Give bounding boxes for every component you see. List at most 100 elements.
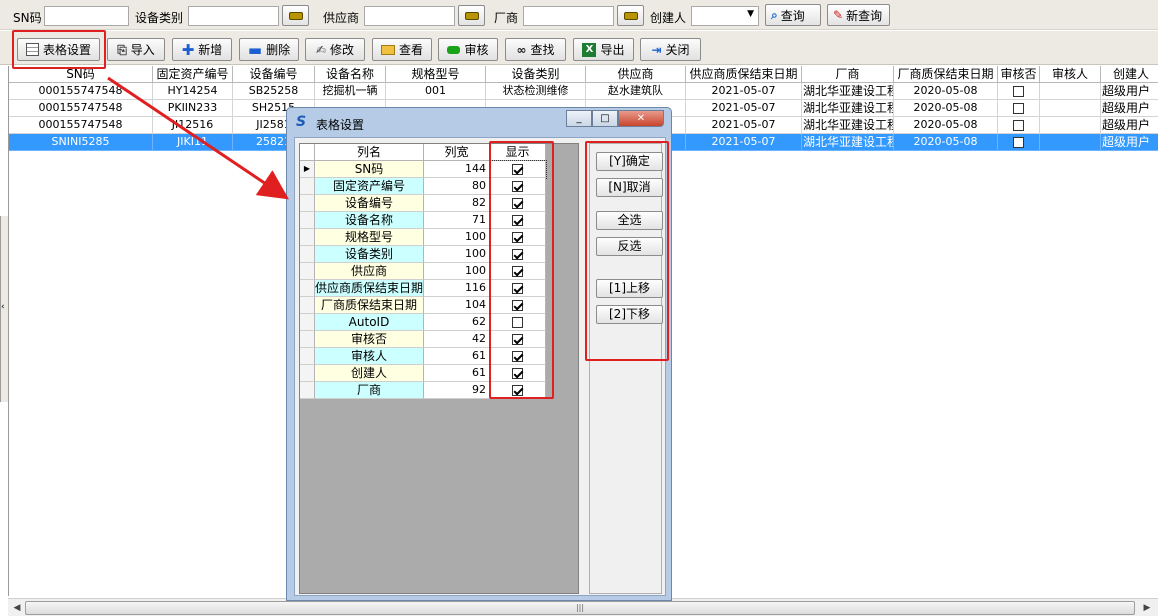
column-width-cell[interactable]: 42 [424, 331, 490, 348]
scroll-left-icon[interactable]: ◀ [10, 601, 24, 615]
grid-column-header[interactable]: 设备名称 [315, 66, 386, 83]
show-checkbox[interactable] [512, 283, 523, 294]
left-edge-collapse[interactable]: ‹ [0, 216, 8, 402]
show-checkbox-cell[interactable] [489, 160, 547, 179]
show-checkbox[interactable] [512, 351, 523, 362]
column-width-cell[interactable]: 100 [424, 263, 490, 280]
show-checkbox-cell[interactable] [490, 178, 546, 195]
settings-row[interactable]: 创建人 61 [300, 365, 546, 382]
grid-column-header[interactable]: 设备类别 [486, 66, 586, 83]
show-checkbox-cell[interactable] [490, 212, 546, 229]
settings-row[interactable]: 设备编号 82 [300, 195, 546, 212]
show-checkbox-cell[interactable] [490, 280, 546, 297]
settings-row[interactable]: 审核人 61 [300, 348, 546, 365]
show-checkbox[interactable] [512, 164, 523, 175]
ok-button[interactable]: [Y]确定 [596, 152, 663, 171]
show-checkbox-cell[interactable] [490, 382, 546, 399]
settings-row[interactable]: 规格型号 100 [300, 229, 546, 246]
select-all-button[interactable]: 全选 [596, 211, 663, 230]
show-checkbox-cell[interactable] [490, 246, 546, 263]
grid-column-header[interactable]: 供应商质保结束日期 [686, 66, 802, 83]
column-width-cell[interactable]: 61 [424, 365, 490, 382]
grid-column-header[interactable]: 设备编号 [233, 66, 315, 83]
grid-column-header[interactable]: 规格型号 [386, 66, 486, 83]
maximize-button[interactable]: □ [592, 110, 618, 127]
show-checkbox[interactable] [512, 215, 523, 226]
show-checkbox-cell[interactable] [490, 229, 546, 246]
grid-column-header[interactable]: 供应商 [586, 66, 686, 83]
modify-button[interactable]: ✍ 修改 [305, 38, 365, 61]
settings-row[interactable]: 设备类别 100 [300, 246, 546, 263]
maker-lookup-button[interactable] [617, 5, 644, 26]
show-checkbox[interactable] [512, 368, 523, 379]
settings-row[interactable]: 厂商质保结束日期 104 [300, 297, 546, 314]
column-width-cell[interactable]: 62 [424, 314, 490, 331]
dialog-title-bar[interactable]: S 表格设置 _ □ ✕ [287, 108, 671, 136]
table-row[interactable]: 000155747548 HY14254 SB25258 挖掘机一辆 001 状态检测维修… [9, 83, 1158, 100]
maker-input[interactable] [523, 6, 614, 26]
scroll-thumb[interactable]: ||| [25, 601, 1135, 615]
column-width-cell[interactable]: 82 [424, 195, 490, 212]
audit-button[interactable]: 审核 [438, 38, 498, 61]
settings-row[interactable]: AutoID 62 [300, 314, 546, 331]
show-checkbox[interactable] [512, 385, 523, 396]
show-checkbox[interactable] [512, 300, 523, 311]
settings-row[interactable]: 审核否 42 [300, 331, 546, 348]
column-width-cell[interactable]: 80 [424, 178, 490, 195]
grid-column-header[interactable]: 审核否 [998, 66, 1040, 83]
show-checkbox-cell[interactable] [490, 365, 546, 382]
supplier-input[interactable] [364, 6, 455, 26]
category-input[interactable] [188, 6, 279, 26]
settings-row[interactable]: 供应商质保结束日期 116 [300, 280, 546, 297]
column-width-cell[interactable]: 61 [424, 348, 490, 365]
dialog-close-button[interactable]: ✕ [618, 110, 664, 127]
category-lookup-button[interactable] [282, 5, 309, 26]
settings-row[interactable]: 设备名称 71 [300, 212, 546, 229]
show-checkbox-cell[interactable] [490, 263, 546, 280]
column-width-cell[interactable]: 100 [424, 246, 490, 263]
new-query-button[interactable]: ✎ 新查询 [827, 4, 890, 26]
minimize-button[interactable]: _ [566, 110, 592, 127]
table-settings-button[interactable]: 表格设置 [17, 38, 100, 61]
cancel-button[interactable]: [N]取消 [596, 178, 663, 197]
grid-column-header[interactable]: SN码 [9, 66, 153, 83]
settings-row[interactable]: 供应商 100 [300, 263, 546, 280]
close-button[interactable]: ⇥ 关闭 [640, 38, 701, 61]
show-checkbox[interactable] [512, 232, 523, 243]
find-button[interactable]: ∞ 查找 [505, 38, 566, 61]
add-button[interactable]: ✚ 新增 [172, 38, 232, 61]
column-width-cell[interactable]: 71 [424, 212, 490, 229]
show-checkbox-cell[interactable] [490, 348, 546, 365]
column-width-cell[interactable]: 92 [424, 382, 490, 399]
invert-selection-button[interactable]: 反选 [596, 237, 663, 256]
delete-button[interactable]: ▬ 删除 [239, 38, 299, 61]
grid-column-header[interactable]: 创建人 [1101, 66, 1158, 83]
show-checkbox[interactable] [512, 198, 523, 209]
settings-row[interactable]: 厂商 92 [300, 382, 546, 399]
sn-input[interactable] [44, 6, 129, 26]
grid-column-header[interactable]: 固定资产编号 [153, 66, 233, 83]
settings-row[interactable]: ▶ SN码 144 [300, 160, 547, 179]
export-button[interactable]: X 导出 [573, 38, 634, 61]
scroll-right-icon[interactable]: ▶ [1140, 601, 1154, 615]
show-checkbox-cell[interactable] [490, 331, 546, 348]
grid-column-header[interactable]: 厂商 [802, 66, 894, 83]
column-width-cell[interactable]: 116 [424, 280, 490, 297]
show-checkbox-cell[interactable] [490, 314, 546, 331]
column-width-cell[interactable]: 104 [424, 297, 490, 314]
show-checkbox[interactable] [512, 181, 523, 192]
settings-row[interactable]: 固定资产编号 80 [300, 178, 546, 195]
show-checkbox[interactable] [512, 334, 523, 345]
column-width-cell[interactable]: 100 [424, 229, 490, 246]
import-button[interactable]: ⎘ 导入 [107, 38, 165, 61]
grid-column-header[interactable]: 厂商质保结束日期 [894, 66, 998, 83]
show-checkbox-cell[interactable] [490, 297, 546, 314]
move-up-button[interactable]: [1]上移 [596, 279, 663, 298]
show-checkbox[interactable] [512, 249, 523, 260]
column-width-cell[interactable]: 144 [424, 161, 490, 178]
creator-select[interactable]: ▼ [691, 6, 759, 26]
grid-column-header[interactable]: 审核人 [1040, 66, 1101, 83]
show-checkbox[interactable] [512, 317, 523, 328]
move-down-button[interactable]: [2]下移 [596, 305, 663, 324]
view-button[interactable]: 查看 [372, 38, 432, 61]
